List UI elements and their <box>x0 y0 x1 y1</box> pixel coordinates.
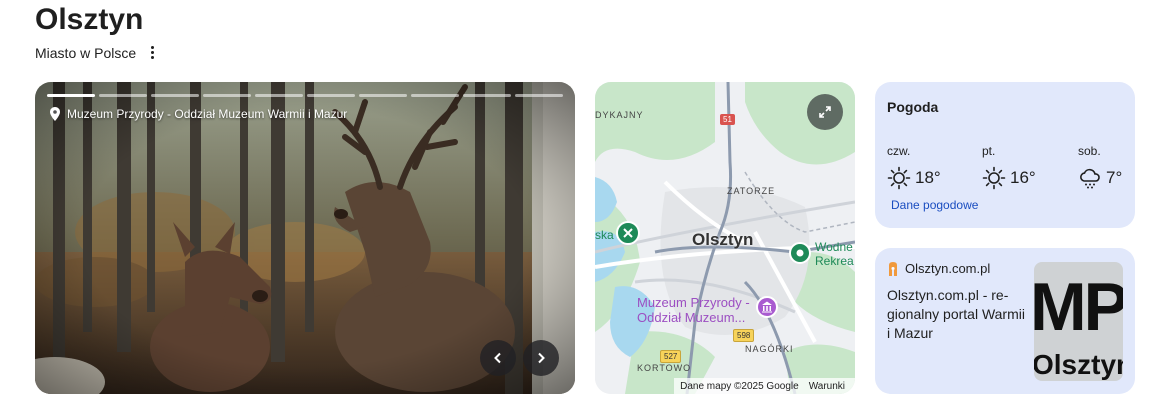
map[interactable]: 51 598 527 DYKAJNY ZATORZE Olsztyn ska W… <box>595 82 855 394</box>
weather-day-name: pt. <box>982 144 996 158</box>
weather-temp: 16° <box>1010 168 1036 187</box>
weather-day-1: czw. 18° <box>887 144 941 190</box>
photo-caption[interactable]: Muzeum Przyrody - Oddział Muzeum Warmii … <box>49 107 347 121</box>
map-label-wodne: Wodne <box>815 240 853 254</box>
expand-icon <box>819 106 831 118</box>
weather-title: Pogoda <box>887 99 939 115</box>
slide-progress <box>47 94 563 97</box>
previous-photo-button[interactable] <box>480 340 516 376</box>
recreation-pin-icon[interactable] <box>789 242 811 264</box>
weather-temp: 18° <box>915 168 941 187</box>
location-pin-icon <box>50 107 60 121</box>
map-label-museum-line2: Oddział Muzeum... <box>637 310 746 325</box>
photo-caption-text: Muzeum Przyrody - Oddział Muzeum Warmii … <box>67 107 348 121</box>
page-title: Olsztyn <box>35 3 144 36</box>
news-card[interactable]: Olsztyn.com.pl Olsztyn.com.pl - re­giona… <box>875 248 1135 394</box>
sunny-icon <box>887 166 911 190</box>
map-label-museum-line1: Muzeum Przyrody - <box>637 295 750 310</box>
map-attribution: Dane mapy ©2025 Google <box>680 380 799 392</box>
news-source-name: Olsztyn.com.pl <box>905 261 991 276</box>
map-attribution-bar: Dane mapy ©2025 Google Warunki <box>674 378 855 394</box>
road-shield-598: 598 <box>733 329 755 342</box>
map-label-zatorze: ZATORZE <box>727 186 776 196</box>
site-favicon-icon <box>889 261 897 276</box>
road-shield-527: 527 <box>660 350 682 363</box>
weather-day-name: czw. <box>887 144 911 158</box>
weather-card[interactable]: Pogoda czw. 18° pt. 16° sob. 7° Dane pog… <box>875 82 1135 228</box>
weather-temp: 7° <box>1106 168 1123 187</box>
map-label-rekrea: Rekrea <box>815 254 854 268</box>
map-terms-link[interactable]: Warunki <box>809 381 845 392</box>
page-subtitle: Miasto w Polsce <box>35 45 137 61</box>
road-shield-51: 51 <box>720 114 735 125</box>
expand-map-button[interactable] <box>807 94 843 130</box>
map-label-ska: ska <box>595 228 614 242</box>
news-headline[interactable]: Olsztyn.com.pl - re­gionalny portal War­… <box>887 286 1027 343</box>
park-pin-icon[interactable] <box>616 221 640 245</box>
chevron-right-icon <box>538 352 545 364</box>
snow-cloud-icon <box>1080 168 1100 189</box>
more-options-button[interactable] <box>144 42 160 62</box>
map-label-dykajny: DYKAJNY <box>595 110 644 120</box>
news-source: Olsztyn.com.pl <box>887 261 990 276</box>
chevron-left-icon <box>494 352 501 364</box>
photo-carousel[interactable]: Muzeum Przyrody - Oddział Muzeum Warmii … <box>35 82 575 394</box>
news-thumbnail: MP Olsztyn <box>1034 262 1123 381</box>
next-photo-button[interactable] <box>523 340 559 376</box>
sunny-icon <box>982 166 1006 190</box>
weather-day-2: pt. 16° <box>982 144 1036 190</box>
weather-data-link[interactable]: Dane pogodowe <box>891 198 978 212</box>
more-vert-icon <box>150 45 154 49</box>
map-label-city: Olsztyn <box>692 230 754 249</box>
thumbnail-small-text: Olsztyn <box>1034 349 1123 380</box>
weather-day-name: sob. <box>1078 144 1101 158</box>
weather-day-3: sob. 7° <box>1078 144 1122 190</box>
map-label-kortowo: KORTOWO <box>637 363 692 373</box>
museum-pin-icon[interactable] <box>756 296 778 318</box>
thumbnail-big-text: MP <box>1034 269 1123 345</box>
map-label-nagorki: NAGÓRKI <box>745 344 794 354</box>
